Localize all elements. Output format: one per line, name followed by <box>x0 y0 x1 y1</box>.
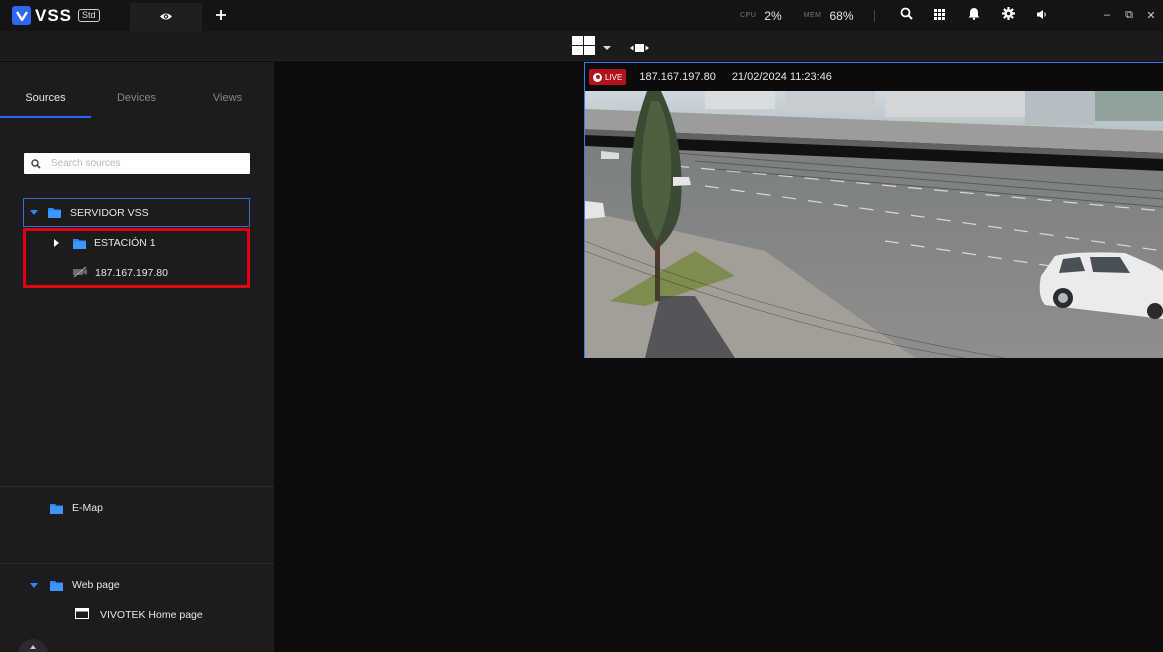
sidebar-tabs: Sources Devices Views <box>0 86 274 118</box>
mem-label: MEM <box>803 12 822 19</box>
video-camera-ip: 187.167.197.80 <box>639 71 716 83</box>
layout-2x2-icon <box>572 36 595 60</box>
logo: VSS Std <box>0 6 130 26</box>
folder-icon <box>50 580 63 591</box>
video-timestamp: 21/02/2024 11:23:46 <box>731 71 832 83</box>
search-icon <box>31 158 41 169</box>
webpage-label: Web page <box>72 579 120 591</box>
minimize-icon: – <box>1103 9 1111 21</box>
plus-icon <box>216 7 226 25</box>
fullscreen-icon <box>630 40 649 57</box>
section-divider <box>0 563 274 564</box>
liveview-area: LIVE 187.167.197.80 21/02/2024 11:23:46 <box>274 62 1163 652</box>
layout-selector-button[interactable] <box>572 36 611 60</box>
tab-devices[interactable]: Devices <box>91 86 182 118</box>
cpu-value: 2% <box>764 8 782 23</box>
camera-feed-image <box>585 91 1163 358</box>
vss-app-window: VSS Std CPU 2% MEM 68% – ⧉ ✕ Sources Dev… <box>0 0 1163 652</box>
volume-button[interactable] <box>1033 7 1051 25</box>
volume-icon <box>1036 7 1049 25</box>
live-label: LIVE <box>605 72 623 82</box>
eye-icon <box>159 8 173 26</box>
vivotek-logo-icon <box>12 6 31 25</box>
chevron-down-icon <box>603 46 611 50</box>
folder-icon <box>50 503 63 514</box>
fullscreen-button[interactable] <box>630 40 649 58</box>
search-icon <box>900 7 913 25</box>
webpage-item-label: VIVOTEK Home page <box>100 609 203 621</box>
notifications-button[interactable] <box>965 7 983 25</box>
settings-button[interactable] <box>999 7 1017 25</box>
live-badge: LIVE <box>589 69 627 85</box>
expand-caret-icon <box>30 582 38 588</box>
video-header: LIVE 187.167.197.80 21/02/2024 11:23:46 <box>585 63 1163 91</box>
server-label: SERVIDOR VSS <box>70 206 149 219</box>
cpu-label: CPU <box>740 12 757 19</box>
search-sources-box[interactable] <box>24 153 250 174</box>
edition-badge: Std <box>78 9 100 22</box>
search-input[interactable] <box>51 158 231 169</box>
webpage-row[interactable]: Web page <box>30 578 120 592</box>
search-button[interactable] <box>897 7 915 25</box>
close-button[interactable]: ✕ <box>1144 8 1158 22</box>
scroll-up-button[interactable] <box>18 639 48 652</box>
folder-icon <box>48 207 61 218</box>
tree-server-row[interactable]: SERVIDOR VSS <box>23 198 250 227</box>
video-pane[interactable]: LIVE 187.167.197.80 21/02/2024 11:23:46 <box>584 62 1163 358</box>
apps-button[interactable] <box>930 7 948 25</box>
emap-label: E-Map <box>72 502 103 514</box>
tab-sources[interactable]: Sources <box>0 86 91 118</box>
tab-views[interactable]: Views <box>182 86 273 118</box>
section-divider <box>0 486 274 487</box>
emap-row[interactable]: E-Map <box>50 501 103 515</box>
record-icon <box>593 72 602 82</box>
grid-apps-icon <box>933 7 945 25</box>
restore-icon: ⧉ <box>1125 8 1133 21</box>
minimize-button[interactable]: – <box>1100 8 1114 22</box>
tab-liveview[interactable] <box>130 3 202 31</box>
chevron-up-icon <box>30 645 36 649</box>
stats-divider <box>873 9 875 22</box>
bell-icon <box>968 7 980 25</box>
brand-name: VSS <box>35 5 73 25</box>
sources-sidebar: Sources Devices Views SERVIDOR VSS ESTAC… <box>0 62 274 652</box>
browser-window-icon <box>75 608 89 622</box>
close-icon: ✕ <box>1146 9 1156 22</box>
annotation-highlight <box>23 228 250 288</box>
webpage-item-row[interactable]: VIVOTEK Home page <box>75 608 203 622</box>
restore-button[interactable]: ⧉ <box>1122 8 1136 22</box>
expand-caret-icon <box>30 210 38 215</box>
layout-toolbar <box>0 31 1163 61</box>
system-stats: CPU 2% MEM 68% <box>740 0 875 31</box>
gear-icon <box>1001 7 1015 25</box>
add-tab-button[interactable] <box>212 5 230 27</box>
mem-value: 68% <box>829 8 854 23</box>
top-bar: VSS Std CPU 2% MEM 68% – ⧉ ✕ <box>0 0 1163 31</box>
